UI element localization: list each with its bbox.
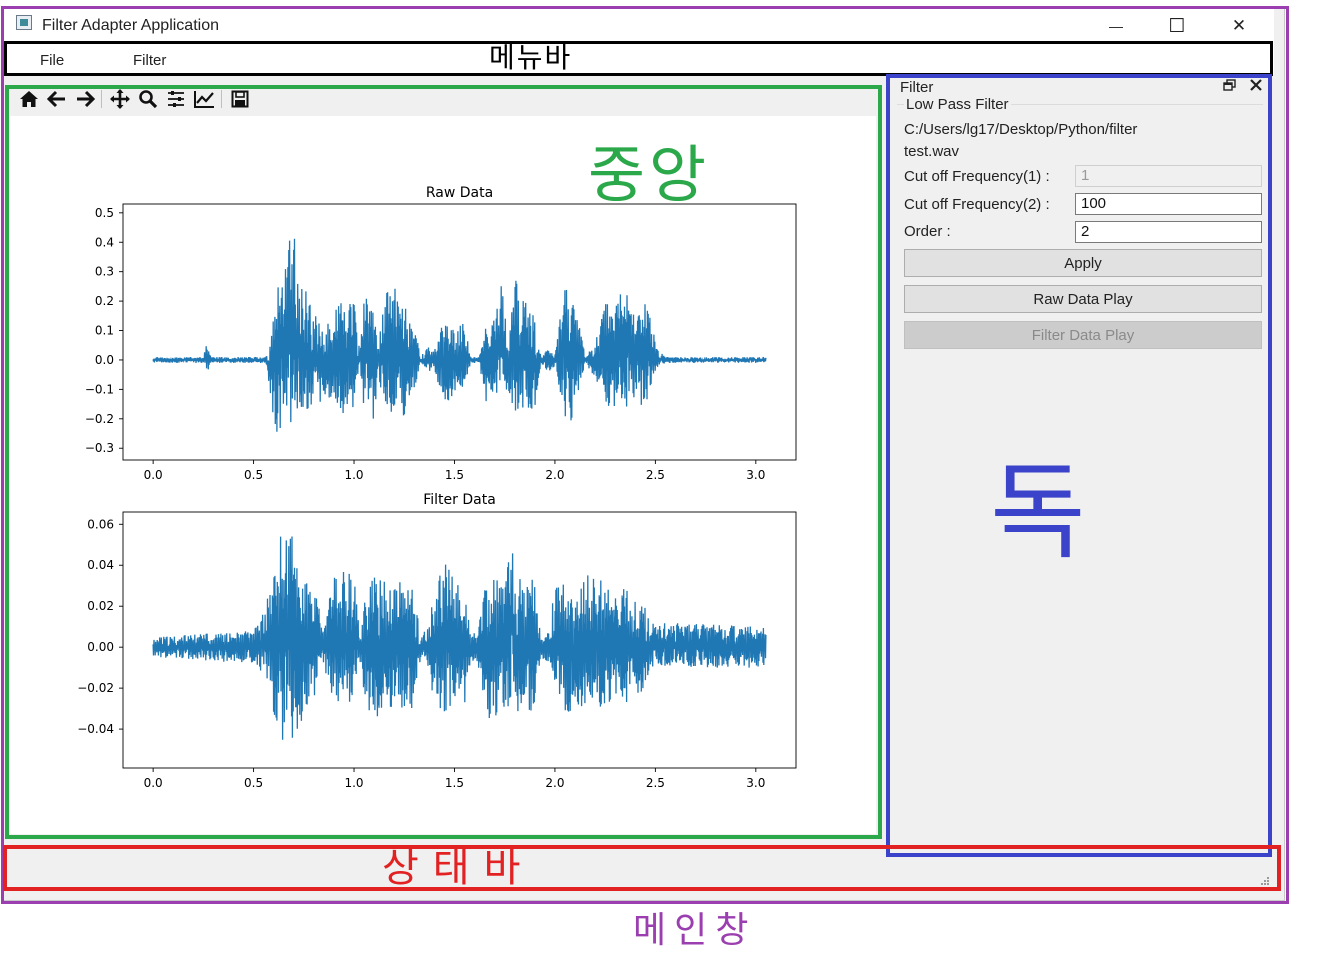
mainwindow-annotation-label: 메인창 [633,910,757,951]
dock-annotation-label: 독 [990,451,1086,573]
menubar-annotation-box [4,41,1273,76]
menubar-annotation-label: 메뉴바 [489,41,573,74]
central-annotation-box [5,85,882,839]
statusbar-annotation-label: 상태바 [382,845,535,891]
statusbar-annotation-box [3,845,1281,891]
central-annotation-label: 중앙 [588,138,711,211]
